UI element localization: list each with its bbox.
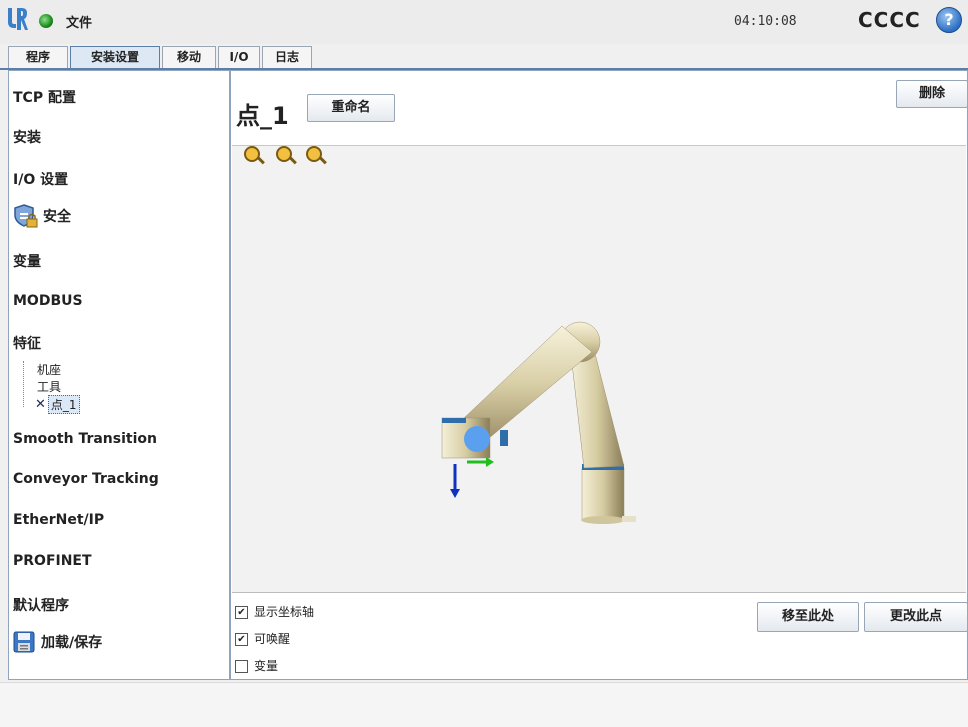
sidebar-item-io-setup[interactable]: I/O 设置 [13,169,68,189]
sidebar-item-label: 加载/保存 [41,635,103,651]
tab-io[interactable]: I/O [218,46,260,68]
zoom-out-icon[interactable] [306,146,322,162]
zoom-fit-icon[interactable] [276,146,292,162]
page-title: 点_1 [236,102,289,130]
feature-base[interactable]: 机座 [37,361,61,378]
robot-arm-render [441,321,636,524]
show-axes-checkbox[interactable]: ✔ 显示坐标轴 [235,603,314,620]
tab-bar: 程序 安装设置 移动 I/O 日志 [0,46,968,70]
robot-3d-view[interactable] [232,145,966,593]
bottom-bar [0,682,968,727]
ur-logo-icon [6,6,28,32]
clock: 04:10:08 [734,14,797,29]
move-here-button[interactable]: 移至此处 [757,602,859,632]
sidebar-item-profinet[interactable]: PROFINET [13,553,92,569]
sidebar-item-load-save[interactable]: 加载/保存 [13,631,102,653]
robot-name: CCCC [858,8,921,32]
feature-point-1[interactable]: ✕ 点_1 [35,395,80,414]
checkbox-label: 显示坐标轴 [254,605,315,619]
change-point-button[interactable]: 更改此点 [864,602,968,632]
sidebar-item-mounting[interactable]: 安装 [13,127,41,147]
rename-button[interactable]: 重命名 [307,94,395,122]
sidebar: TCP 配置 安装 I/O 设置 安全 变量 MODBUS 特征 机座 工具 ✕… [8,70,230,680]
point-feature-icon: ✕ [35,397,46,412]
tab-program[interactable]: 程序 [8,46,68,68]
checkbox-label: 变量 [254,659,279,673]
sidebar-item-modbus[interactable]: MODBUS [13,293,83,309]
tab-move[interactable]: 移动 [162,46,216,68]
tree-connector [23,361,24,407]
sidebar-item-features[interactable]: 特征 [13,333,41,353]
wakeable-checkbox[interactable]: ✔ 可唤醒 [235,630,290,647]
feature-tool[interactable]: 工具 [37,378,61,395]
checkbox-box[interactable]: ✔ [235,633,248,646]
delete-button[interactable]: 删除 [896,80,968,108]
help-icon[interactable]: ? [936,7,962,33]
top-bar [0,0,968,44]
sidebar-item-default-program[interactable]: 默认程序 [13,595,69,615]
checkbox-box[interactable]: ✔ [235,606,248,619]
feature-point-1-label: 点_1 [47,395,80,414]
tab-installation[interactable]: 安装设置 [70,46,160,68]
checkbox-label: 可唤醒 [254,632,291,646]
sidebar-item-ethernet-ip[interactable]: EtherNet/IP [13,512,104,528]
save-disk-icon [13,631,35,653]
robot-status-icon[interactable] [39,14,53,28]
sidebar-item-conveyor-tracking[interactable]: Conveyor Tracking [13,471,159,487]
checkbox-box[interactable] [235,660,248,673]
file-menu[interactable]: 文件 [66,12,92,31]
sidebar-item-smooth-transition[interactable]: Smooth Transition [13,431,157,447]
variable-checkbox[interactable]: 变量 [235,657,278,674]
tab-log[interactable]: 日志 [262,46,312,68]
sidebar-item-label: 安全 [43,209,71,225]
sidebar-item-tcp[interactable]: TCP 配置 [13,87,76,107]
sidebar-item-variables[interactable]: 变量 [13,251,41,271]
sidebar-item-safety[interactable]: 安全 [13,203,71,229]
zoom-in-icon[interactable] [244,146,260,162]
shield-lock-icon [13,203,39,229]
